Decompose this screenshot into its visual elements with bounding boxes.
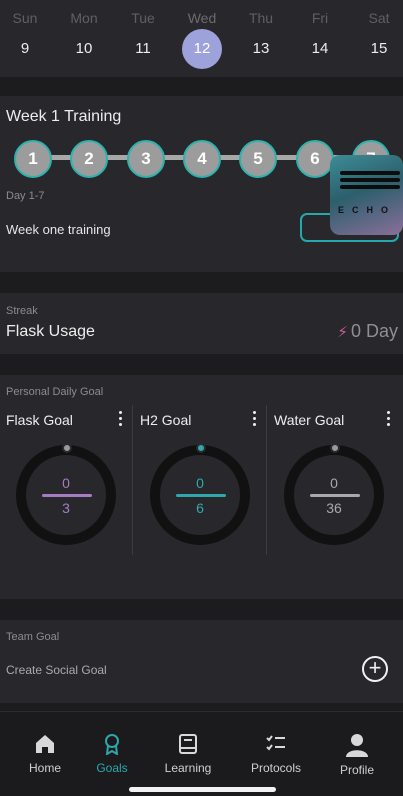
tab-goals[interactable]: Goals: [72, 733, 152, 775]
training-step-1[interactable]: 1: [14, 140, 52, 178]
streak-card[interactable]: Streak Flask Usage ⚡︎ 0 Day: [0, 293, 403, 354]
more-options-icon[interactable]: [251, 411, 257, 429]
tab-label: Protocols: [250, 761, 302, 775]
home-icon: [36, 735, 54, 753]
day-number: 11: [135, 40, 151, 57]
training-step-6[interactable]: 6: [296, 140, 334, 178]
day-thu[interactable]: Thu 13: [231, 0, 291, 69]
more-options-icon[interactable]: [385, 411, 391, 429]
goal-divider: [132, 405, 133, 555]
day-name: Mon: [70, 10, 98, 26]
day-number: 12: [182, 29, 222, 69]
goal-current: 0: [330, 475, 338, 491]
training-day-range: Day 1-7: [6, 190, 45, 202]
day-name: Sun: [12, 10, 38, 26]
bottom-tab-bar: Home Goals Learning Protocols Profile: [0, 711, 403, 796]
day-number: 10: [75, 40, 93, 57]
echo-device-overlay[interactable]: ECHO: [330, 155, 403, 235]
day-number: 14: [311, 40, 329, 57]
team-goal-card: Team Goal Create Social Goal: [0, 620, 403, 703]
training-step-4[interactable]: 4: [183, 140, 221, 178]
training-step-5[interactable]: 5: [239, 140, 277, 178]
day-sat[interactable]: Sat 15: [349, 0, 403, 69]
goal-name: H2 Goal: [140, 412, 192, 428]
training-step-2[interactable]: 2: [70, 140, 108, 178]
bolt-icon: ⚡︎: [337, 324, 348, 341]
day-name: Wed: [187, 10, 217, 26]
goal-water[interactable]: Water Goal 0 36: [268, 408, 401, 591]
streak-label: Streak: [6, 305, 38, 317]
echo-logo: [340, 171, 400, 192]
training-step-3[interactable]: 3: [127, 140, 165, 178]
day-name: Thu: [248, 10, 274, 26]
goal-divider: [266, 405, 267, 555]
tab-profile[interactable]: Profile: [317, 733, 397, 777]
goal-flask[interactable]: Flask Goal 0 3: [0, 408, 133, 591]
goal-name: Water Goal: [274, 412, 345, 428]
goals-screen: Sun 9 Mon 10 Tue 11 Wed 12 Thu 13 Fri 14…: [0, 0, 403, 796]
training-title: Week 1 Training: [6, 108, 122, 125]
day-name: Fri: [311, 10, 329, 26]
create-social-goal-text[interactable]: Create Social Goal: [6, 663, 107, 677]
personal-goal-card: Personal Daily Goal Flask Goal 0 3 H2 Go…: [0, 375, 403, 599]
goal-target: 3: [62, 500, 70, 516]
checklist-icon: [266, 735, 285, 751]
goal-name: Flask Goal: [6, 412, 73, 428]
echo-brand-text: ECHO: [338, 205, 397, 215]
day-sun[interactable]: Sun 9: [0, 0, 55, 69]
goal-ring-handle: [62, 443, 72, 453]
streak-value-text: 0 Day: [350, 321, 398, 341]
person-icon: [346, 734, 368, 757]
goal-fraction-bar: [310, 494, 360, 497]
home-indicator: [129, 787, 276, 792]
goal-ring-handle: [196, 443, 206, 453]
tab-learning[interactable]: Learning: [148, 733, 228, 775]
tab-protocols[interactable]: Protocols: [236, 733, 316, 775]
tab-label: Profile: [339, 763, 374, 777]
streak-value: ⚡︎ 0 Day: [337, 321, 398, 342]
goals-icon: [105, 734, 119, 755]
day-name: Tue: [131, 10, 155, 26]
day-fri[interactable]: Fri 14: [290, 0, 350, 69]
goal-current: 0: [62, 475, 70, 491]
day-number: 9: [20, 40, 30, 57]
book-icon: [179, 734, 197, 754]
day-wed-selected[interactable]: Wed 12: [172, 0, 232, 69]
day-mon[interactable]: Mon 10: [54, 0, 114, 69]
tab-label: Goals: [96, 761, 128, 775]
goal-fraction-bar: [176, 494, 226, 497]
day-tue[interactable]: Tue 11: [113, 0, 173, 69]
streak-title: Flask Usage: [6, 323, 95, 340]
plus-circle-icon[interactable]: +: [362, 656, 388, 682]
goal-h2[interactable]: H2 Goal 0 6: [134, 408, 267, 591]
goal-target: 36: [326, 500, 342, 516]
team-goal-label: Team Goal: [6, 631, 60, 643]
week-calendar-strip: Sun 9 Mon 10 Tue 11 Wed 12 Thu 13 Fri 14…: [0, 0, 403, 77]
day-number: 15: [370, 40, 388, 57]
goal-fraction-bar: [42, 494, 92, 497]
tab-label: Learning: [164, 761, 212, 775]
day-name: Sat: [368, 10, 390, 26]
goal-current: 0: [196, 475, 204, 491]
goal-ring-handle: [330, 443, 340, 453]
personal-goal-label: Personal Daily Goal: [6, 386, 104, 398]
goal-target: 6: [196, 500, 204, 516]
more-options-icon[interactable]: [117, 411, 123, 429]
training-description: Week one training: [6, 222, 111, 237]
day-number: 13: [252, 40, 270, 57]
